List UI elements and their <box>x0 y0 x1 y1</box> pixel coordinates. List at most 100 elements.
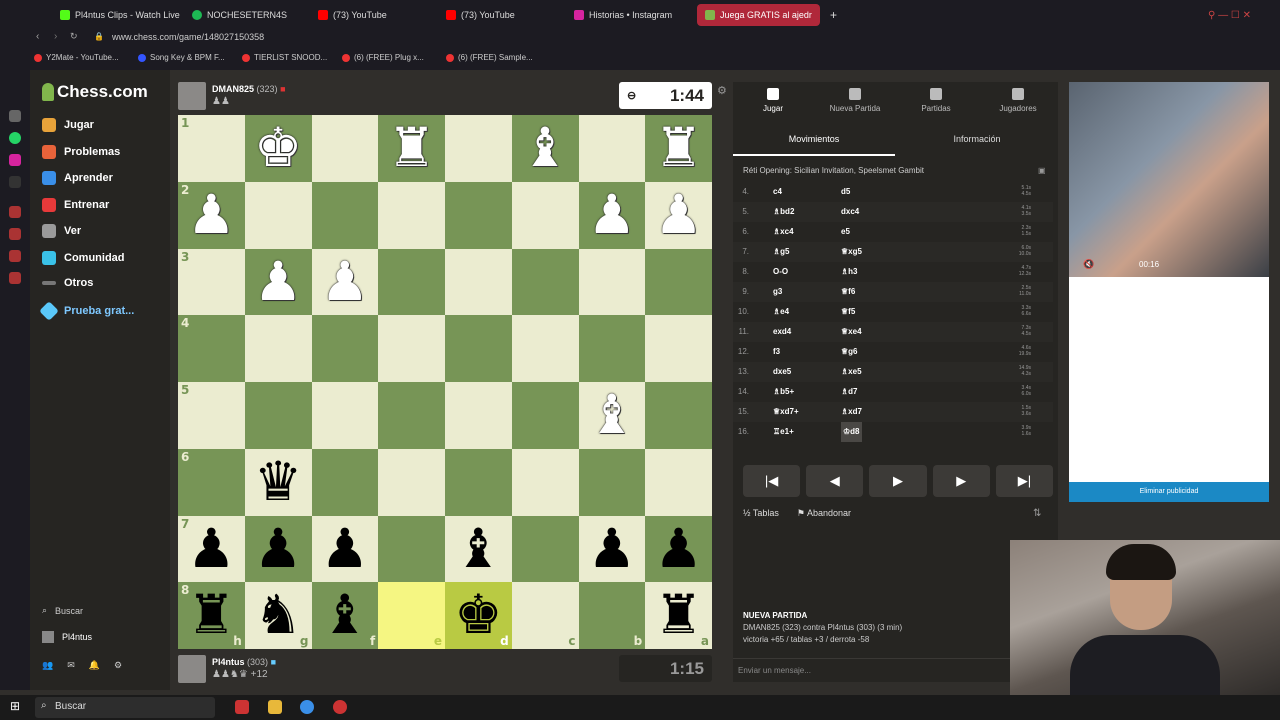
board-square[interactable] <box>511 448 579 516</box>
white-move[interactable]: ♗bd2 <box>773 202 794 222</box>
board-square[interactable]: ♟ <box>311 248 379 316</box>
white-rook-icon[interactable]: ♜ <box>387 116 435 179</box>
tab-jugar[interactable]: Jugar <box>733 88 813 113</box>
board-square[interactable] <box>445 115 512 182</box>
bell-icon[interactable]: 🔔 <box>89 660 100 671</box>
board-square[interactable] <box>511 515 579 583</box>
white-king-icon[interactable]: ♚ <box>254 116 302 179</box>
board-square[interactable] <box>378 448 445 516</box>
black-move[interactable]: ♔d8 <box>841 422 862 442</box>
white-move[interactable]: g3 <box>773 282 782 302</box>
white-pawn-icon[interactable]: ♟ <box>187 183 235 246</box>
black-bishop-icon[interactable]: ♝ <box>321 583 369 646</box>
remove-ads-button[interactable]: Eliminar publicidad <box>1069 482 1269 502</box>
board-square[interactable]: ♟ <box>645 181 712 249</box>
board-square[interactable] <box>645 448 712 516</box>
white-bishop-icon[interactable]: ♝ <box>588 383 636 446</box>
back-icon[interactable]: ‹ <box>36 31 39 42</box>
board-square[interactable] <box>378 248 445 316</box>
white-move[interactable]: dxe5 <box>773 362 791 382</box>
board-square[interactable]: c <box>511 582 579 649</box>
white-move[interactable]: ♗e4 <box>773 302 789 322</box>
board-square[interactable]: ♝ <box>578 382 646 449</box>
white-rook-icon[interactable]: ♜ <box>654 116 702 179</box>
folder-icon[interactable] <box>268 700 282 714</box>
black-bishop-icon[interactable]: ♝ <box>454 517 502 580</box>
board-square[interactable]: 5 <box>178 382 245 449</box>
board-square[interactable] <box>445 248 512 316</box>
bookmark-item[interactable]: Y2Mate - YouTube... <box>34 53 119 62</box>
first-move-button[interactable]: |◀ <box>743 465 801 497</box>
reload-icon[interactable]: ↻ <box>70 31 78 42</box>
board-square[interactable]: 7 ♟ <box>178 515 245 583</box>
black-queen-icon[interactable]: ♛ <box>254 450 302 513</box>
black-pawn-icon[interactable]: ♟ <box>187 517 235 580</box>
browser-tab-youtube-2[interactable]: (73) YouTube <box>438 4 558 26</box>
board-square[interactable] <box>311 115 379 182</box>
whatsapp-icon[interactable] <box>9 132 21 144</box>
board-square[interactable] <box>511 382 579 449</box>
board-square[interactable] <box>445 181 512 249</box>
board-square[interactable]: ♜ <box>378 115 445 182</box>
browser-tab-instagram[interactable]: Historias • Instagram <box>566 4 691 26</box>
board-square[interactable]: d ♚ <box>445 582 512 649</box>
board-square[interactable] <box>511 248 579 316</box>
board-square[interactable] <box>244 181 312 249</box>
black-move[interactable]: ♗xd7 <box>841 402 862 422</box>
black-knight-icon[interactable]: ♞ <box>254 583 302 646</box>
instagram-icon[interactable] <box>9 154 21 166</box>
black-king-icon[interactable]: ♚ <box>454 583 502 646</box>
black-move[interactable]: ♗h3 <box>841 262 858 282</box>
white-pawn-icon[interactable]: ♟ <box>321 250 369 313</box>
board-square[interactable]: ♟ <box>578 181 646 249</box>
black-pawn-icon[interactable]: ♟ <box>254 517 302 580</box>
bookmark-item[interactable]: (6) (FREE) Sample... <box>446 53 533 62</box>
board-square[interactable] <box>645 382 712 449</box>
board-square[interactable]: ♚ <box>244 115 312 182</box>
board-square[interactable] <box>645 248 712 316</box>
tab-partidas[interactable]: Partidas <box>896 88 976 113</box>
gear-icon[interactable]: ⚙ <box>114 660 122 671</box>
white-move[interactable]: f3 <box>773 342 780 362</box>
chess-board[interactable]: 1 ♚ ♜ ♝ ♜ 2 ♟ ♟ ♟ 3 ♟ ♟ 4 5 ♝ 6 ♛ 7 ♟ ♟ ♟ ♝ ♟ ♟ 8 h ♜ g ♞ f ♝ e d ♚ c b a ♜ <box>178 115 712 649</box>
chesscom-logo[interactable]: Chess.com <box>42 82 148 102</box>
x-icon[interactable] <box>9 176 21 188</box>
nav-entrenar[interactable]: Entrenar <box>42 198 109 212</box>
opera-icon[interactable] <box>235 700 249 714</box>
board-square[interactable] <box>378 181 445 249</box>
next-move-button[interactable]: ▶ <box>932 465 990 497</box>
book-icon[interactable]: ▣ <box>1038 166 1046 175</box>
avatar[interactable] <box>178 655 206 683</box>
nav-comunidad[interactable]: Comunidad <box>42 251 125 265</box>
black-move[interactable]: dxc4 <box>841 202 859 222</box>
nav-problemas[interactable]: Problemas <box>42 145 120 159</box>
board-square[interactable]: ♛ <box>244 448 312 516</box>
friends-icon[interactable]: 👥 <box>42 660 53 671</box>
prev-move-button[interactable]: ◀ <box>806 465 864 497</box>
board-square[interactable]: a ♜ <box>645 582 712 649</box>
board-square[interactable] <box>244 382 312 449</box>
white-bishop-icon[interactable]: ♝ <box>521 116 569 179</box>
settings-gear-icon[interactable] <box>9 272 21 284</box>
board-square[interactable]: b <box>578 582 646 649</box>
white-move[interactable]: ♕xd7+ <box>773 402 799 422</box>
board-square[interactable]: 3 <box>178 248 245 316</box>
board-square[interactable]: ♝ <box>445 515 512 583</box>
white-move[interactable]: ♗b5+ <box>773 382 794 402</box>
app-icon[interactable] <box>333 700 347 714</box>
bottom-player-name[interactable]: Pl4ntus (303) ■ <box>212 657 276 667</box>
white-move[interactable]: c4 <box>773 182 782 202</box>
bookmark-item[interactable]: TIERLIST SNOOD... <box>242 53 327 62</box>
black-rook-icon[interactable]: ♜ <box>187 583 235 646</box>
board-square[interactable] <box>445 382 512 449</box>
last-move-button[interactable]: ▶| <box>995 465 1054 497</box>
white-move[interactable]: ♗g5 <box>773 242 790 262</box>
board-square[interactable]: e <box>378 582 445 649</box>
mute-icon[interactable]: 🔇 <box>1083 259 1094 270</box>
white-move[interactable]: ♖e1+ <box>773 422 794 442</box>
black-rook-icon[interactable]: ♜ <box>654 583 702 646</box>
black-pawn-icon[interactable]: ♟ <box>321 517 369 580</box>
tab-movimientos[interactable]: Movimientos <box>733 126 895 156</box>
chrome-icon[interactable] <box>300 700 314 714</box>
forward-icon[interactable]: › <box>54 31 57 42</box>
